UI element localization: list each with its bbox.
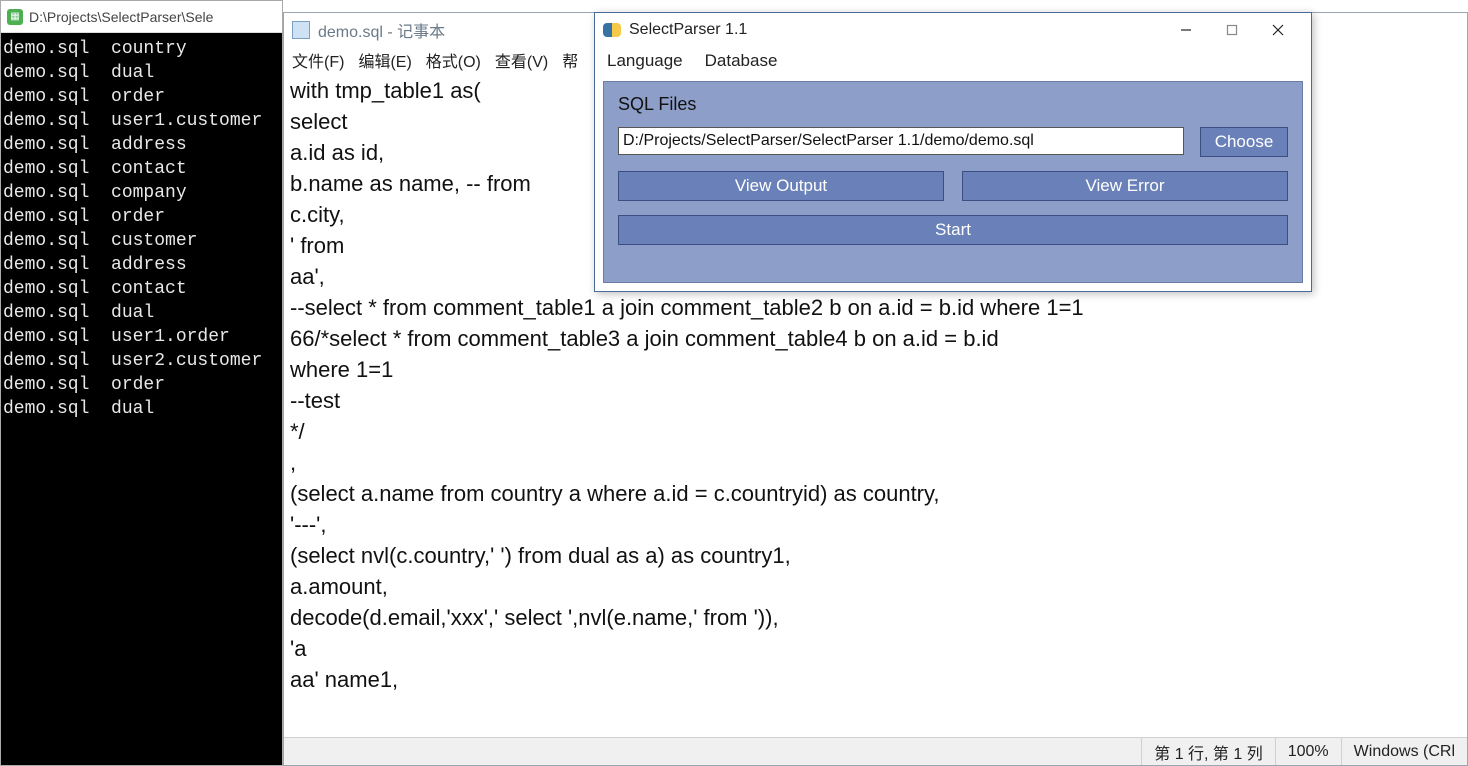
terminal-line: demo.sql contact: [3, 157, 280, 181]
terminal-line: demo.sql dual: [3, 397, 280, 421]
view-output-button[interactable]: View Output: [618, 171, 944, 201]
menu-edit[interactable]: 编辑(E): [358, 48, 411, 72]
terminal-window: ▦ D:\Projects\SelectParser\Sele demo.sql…: [0, 0, 283, 766]
status-position: 第 1 行, 第 1 列: [1141, 738, 1274, 765]
terminal-line: demo.sql country: [3, 37, 280, 61]
parser-panel: SQL Files Choose View Output View Error …: [603, 81, 1303, 283]
terminal-title: D:\Projects\SelectParser\Sele: [29, 9, 213, 25]
terminal-line: demo.sql address: [3, 133, 280, 157]
view-error-button[interactable]: View Error: [962, 171, 1288, 201]
notepad-title: demo.sql - 记事本: [318, 18, 445, 42]
minimize-button[interactable]: [1163, 15, 1209, 45]
menu-format[interactable]: 格式(O): [426, 48, 481, 72]
start-button[interactable]: Start: [618, 215, 1288, 245]
terminal-line: demo.sql address: [3, 253, 280, 277]
terminal-line: demo.sql user2.customer: [3, 349, 280, 373]
status-encoding: Windows (CRl: [1341, 738, 1467, 765]
parser-title: SelectParser 1.1: [629, 21, 1163, 39]
maximize-button[interactable]: [1209, 15, 1255, 45]
terminal-line: demo.sql user1.customer: [3, 109, 280, 133]
terminal-line: demo.sql order: [3, 85, 280, 109]
notepad-statusbar: 第 1 行, 第 1 列 100% Windows (CRl: [284, 737, 1467, 765]
terminal-titlebar[interactable]: ▦ D:\Projects\SelectParser\Sele: [1, 1, 282, 33]
terminal-line: demo.sql company: [3, 181, 280, 205]
terminal-line: demo.sql dual: [3, 61, 280, 85]
python-icon: [603, 21, 621, 39]
menu-help-cut[interactable]: 帮: [562, 48, 578, 72]
close-button[interactable]: [1255, 15, 1301, 45]
terminal-output[interactable]: demo.sql countrydemo.sql dualdemo.sql or…: [1, 33, 282, 765]
terminal-app-icon: ▦: [7, 9, 23, 25]
choose-button[interactable]: Choose: [1200, 127, 1288, 157]
terminal-line: demo.sql order: [3, 205, 280, 229]
terminal-line: demo.sql customer: [3, 229, 280, 253]
terminal-line: demo.sql dual: [3, 301, 280, 325]
status-zoom: 100%: [1275, 738, 1341, 765]
maximize-icon: [1226, 24, 1238, 36]
close-icon: [1272, 24, 1284, 36]
terminal-line: demo.sql order: [3, 373, 280, 397]
sql-files-label: SQL Files: [618, 94, 1288, 115]
menu-file[interactable]: 文件(F): [292, 48, 344, 72]
minimize-icon: [1180, 24, 1192, 36]
sql-path-input[interactable]: [618, 127, 1184, 155]
menu-view[interactable]: 查看(V): [495, 48, 548, 72]
notepad-app-icon: [292, 21, 310, 39]
menu-database[interactable]: Database: [705, 51, 778, 71]
parser-menubar: Language Database: [595, 47, 1311, 75]
menu-language[interactable]: Language: [607, 51, 683, 71]
selectparser-window: SelectParser 1.1 Language Database SQL F…: [594, 12, 1312, 292]
parser-titlebar[interactable]: SelectParser 1.1: [595, 13, 1311, 47]
terminal-line: demo.sql user1.order: [3, 325, 280, 349]
terminal-line: demo.sql contact: [3, 277, 280, 301]
